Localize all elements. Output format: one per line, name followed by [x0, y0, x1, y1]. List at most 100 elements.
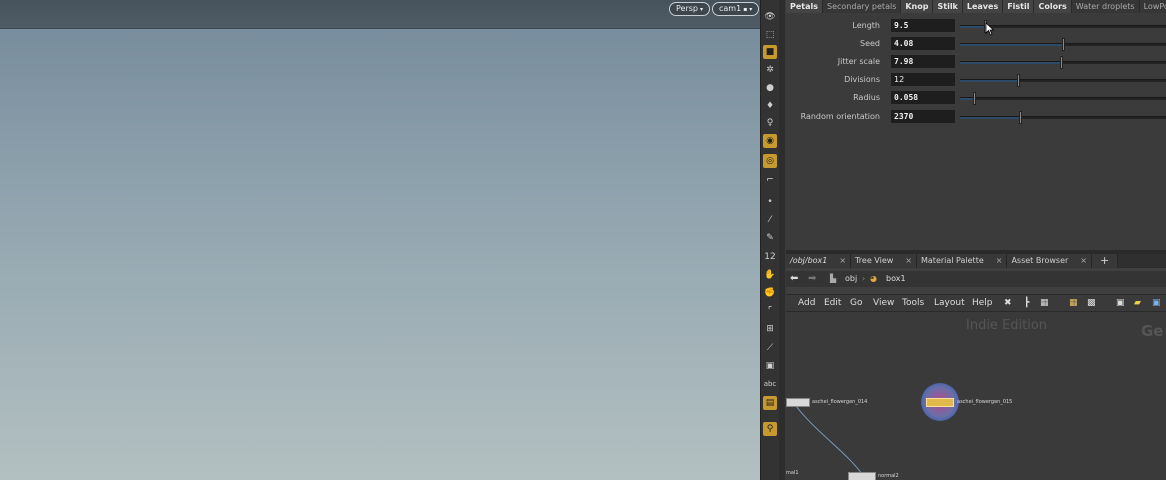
- close-icon[interactable]: ×: [996, 256, 1003, 265]
- tab-material-palette[interactable]: Material Palette ×: [917, 254, 1008, 268]
- slider-handle[interactable]: [1016, 74, 1020, 87]
- param-label: Jitter scale: [837, 57, 880, 66]
- pin-icon[interactable]: ♀: [763, 116, 777, 130]
- param-row: Jitter scale 7.98: [786, 55, 1166, 69]
- render-icon[interactable]: ◎: [763, 154, 777, 168]
- camera-icon[interactable]: ◉: [763, 134, 777, 148]
- param-slider[interactable]: [960, 111, 1166, 124]
- tab-fistil[interactable]: Fistil: [1003, 0, 1035, 13]
- sphere-icon[interactable]: ●: [763, 81, 777, 95]
- scene-viewport[interactable]: Persp ▾ cam1 ▪ ▾: [0, 0, 760, 480]
- menu-view[interactable]: View: [873, 295, 894, 311]
- list-icon[interactable]: ▦: [1069, 295, 1078, 311]
- brush-icon[interactable]: ⁄: [763, 213, 777, 227]
- crop-icon[interactable]: ⌜: [763, 304, 777, 318]
- slider-handle[interactable]: [1062, 38, 1065, 51]
- network-view-icon[interactable]: ▣: [1116, 295, 1125, 311]
- menu-layout[interactable]: Layout: [934, 295, 965, 311]
- tab-lowpoly[interactable]: LowPoly: [1139, 0, 1166, 13]
- back-arrow-icon[interactable]: ⬅: [790, 271, 798, 287]
- param-slider[interactable]: [960, 56, 1166, 69]
- slider-fill: [960, 98, 975, 100]
- tab-stilk[interactable]: Stilk: [933, 0, 963, 13]
- folder-icon: ▙: [830, 274, 837, 283]
- tab-leaves[interactable]: Leaves: [962, 0, 1004, 13]
- forward-arrow-icon[interactable]: ➡: [808, 271, 816, 287]
- tab-petals[interactable]: Petals: [786, 0, 824, 13]
- path-current[interactable]: box1: [886, 271, 906, 287]
- chevron-down-icon: ▾: [700, 6, 704, 13]
- node-flowergen-015[interactable]: [926, 398, 954, 407]
- dot-icon[interactable]: •: [763, 195, 777, 209]
- box-icon[interactable]: ▣: [763, 359, 777, 373]
- node-label: normal2: [878, 473, 899, 479]
- param-value-field[interactable]: 7.98: [891, 55, 955, 68]
- hand2-icon[interactable]: ✊: [763, 286, 777, 300]
- camera-menu[interactable]: cam1 ▪ ▾: [712, 2, 760, 16]
- location-icon[interactable]: ⚲: [763, 422, 777, 436]
- param-value-field[interactable]: 4.08: [891, 37, 955, 50]
- text-icon[interactable]: abc: [763, 377, 777, 391]
- select-icon[interactable]: ⬚: [763, 28, 777, 42]
- eye-icon[interactable]: 👁: [763, 10, 777, 24]
- slider-fill: [960, 62, 1061, 64]
- network-menu-bar: Add Edit Go View Tools Layout Help ✖ ┣ ▦…: [786, 294, 1166, 312]
- close-icon[interactable]: ×: [839, 256, 846, 265]
- menu-edit[interactable]: Edit: [824, 295, 841, 311]
- tab-water-droplets[interactable]: Water droplets: [1071, 0, 1140, 13]
- handle-icon[interactable]: ⌐: [763, 173, 777, 187]
- param-slider[interactable]: [960, 74, 1166, 87]
- slider-fill: [960, 26, 985, 28]
- pane-divider[interactable]: [779, 0, 785, 480]
- network-canvas[interactable]: Indie Edition Ge aschei_flowergen_014 as…: [786, 312, 1166, 480]
- menu-help[interactable]: Help: [972, 295, 993, 311]
- slider-handle[interactable]: [1059, 56, 1063, 69]
- param-row: Seed 4.08: [786, 37, 1166, 51]
- menu-add[interactable]: Add: [798, 295, 815, 311]
- param-row: Length 9.5: [786, 19, 1166, 33]
- hand-icon[interactable]: ✋: [763, 268, 777, 282]
- wrench-icon[interactable]: ✖: [1004, 295, 1012, 311]
- abc-label: abc: [763, 380, 777, 388]
- add-tab-button[interactable]: +: [1091, 254, 1119, 268]
- close-icon[interactable]: ×: [1080, 256, 1087, 265]
- param-value-field[interactable]: 9.5: [891, 19, 955, 32]
- param-row: Divisions 12: [786, 73, 1166, 87]
- sticky-note-icon[interactable]: ▰: [1134, 295, 1141, 311]
- close-icon[interactable]: ×: [905, 256, 912, 265]
- pen-icon[interactable]: ✎: [763, 231, 777, 245]
- slider-handle[interactable]: [1018, 111, 1022, 124]
- menu-go[interactable]: Go: [850, 295, 862, 311]
- param-slider[interactable]: [960, 38, 1166, 51]
- menu-tools[interactable]: Tools: [902, 295, 924, 311]
- bones-icon[interactable]: ⟋: [763, 341, 777, 355]
- tab-tree-view[interactable]: Tree View ×: [851, 254, 917, 268]
- tree-icon[interactable]: ┣: [1024, 295, 1029, 311]
- lock-icon[interactable]: ■: [763, 45, 777, 59]
- path-root[interactable]: obj: [845, 271, 857, 287]
- thumbnail-icon[interactable]: ▩: [1087, 295, 1096, 311]
- tab-label: Tree View: [855, 256, 894, 265]
- node-flowergen-014[interactable]: [786, 398, 810, 407]
- param-value-field[interactable]: 0.058: [891, 91, 955, 104]
- light-icon[interactable]: ♦: [763, 99, 777, 113]
- number-icon[interactable]: 12: [763, 250, 777, 264]
- tab-knop[interactable]: Knop: [901, 0, 934, 13]
- snap-icon[interactable]: ⊞: [763, 322, 777, 336]
- tab-asset-browser[interactable]: Asset Browser ×: [1007, 254, 1092, 268]
- param-slider[interactable]: [960, 92, 1166, 105]
- param-value-field[interactable]: 12: [891, 73, 955, 86]
- param-label: Length: [852, 21, 880, 30]
- perspective-menu[interactable]: Persp ▾: [669, 2, 711, 16]
- perspective-label: Persp: [676, 4, 698, 13]
- tab-secondary-petals[interactable]: Secondary petals: [823, 0, 902, 13]
- pose-icon[interactable]: ✲: [763, 63, 777, 77]
- tab-colors[interactable]: Colors: [1034, 0, 1072, 13]
- slider-handle[interactable]: [973, 92, 977, 105]
- param-value-field[interactable]: 2370: [891, 110, 955, 123]
- node-normal2[interactable]: [848, 472, 876, 480]
- image-icon[interactable]: ▤: [763, 396, 777, 410]
- tab-obj-box1[interactable]: /obj/box1 ×: [786, 254, 852, 268]
- grid-icon[interactable]: ▦: [1040, 295, 1049, 311]
- image-view-icon[interactable]: ▣: [1152, 295, 1161, 311]
